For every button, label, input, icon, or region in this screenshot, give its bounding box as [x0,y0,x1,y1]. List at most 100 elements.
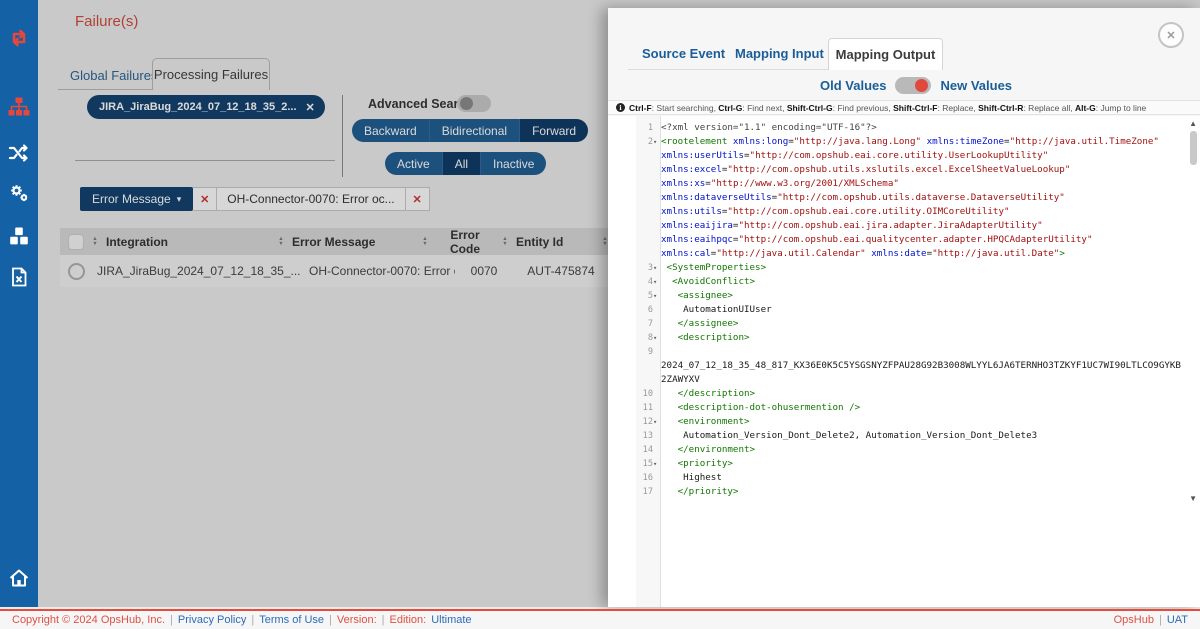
code-line: 8▾ <description> [608,331,1186,345]
new-values-label[interactable]: New Values [940,78,1012,93]
old-new-values-toggle[interactable] [895,77,931,94]
code-line: 10 </description> [608,387,1186,401]
line-number: 17 [608,485,653,499]
search-hint-bar: i Ctrl-F: Start searching, Ctrl-G: Find … [608,100,1200,115]
fold-arrow-icon[interactable]: ▾ [653,261,657,275]
info-icon: i [616,103,625,112]
line-number: 11 [608,401,653,415]
hint-key: Shift-Ctrl-G [787,103,833,113]
line-number: 14 [608,443,653,457]
fold-arrow-icon[interactable]: ▾ [653,415,657,429]
tab-source-event[interactable]: Source Event [642,46,725,61]
footer: Copyright © 2024 OpsHub, Inc. | Privacy … [0,609,1200,629]
scrollbar-thumb[interactable] [1190,131,1197,165]
code-line: 6 AutomationUIUser [608,303,1186,317]
code-line: 7 </assignee> [608,317,1186,331]
line-number: 13 [608,429,653,443]
fold-arrow-icon[interactable]: ▾ [653,331,657,345]
line-number: 2 [608,135,653,149]
code-line: 4▾ <AvoidConflict> [608,275,1186,289]
code-line: 2ZAWYXV [608,373,1186,387]
fold-arrow-icon[interactable]: ▾ [653,135,657,149]
event-details-panel: ✕ Source Event Mapping Input Mapping Out… [608,8,1200,607]
hint-text: : Find next, [742,103,786,113]
privacy-policy-link[interactable]: Privacy Policy [178,614,246,626]
line-number: 8 [608,331,653,345]
search-hints: Ctrl-F: Start searching, Ctrl-G: Find ne… [629,103,1146,113]
code-line: 9 [608,345,1186,359]
code-line: 2▾<rootelement xmlns:long="http://java.l… [608,135,1186,149]
code-line: xmlns:dataverseUtils="http://com.opshub.… [608,191,1186,205]
line-number: 5 [608,289,653,303]
hint-key: Ctrl-G [718,103,742,113]
hint-key: Alt-G [1075,103,1096,113]
gears-icon[interactable] [7,181,31,205]
sidebar [0,0,38,607]
line-number: 12 [608,415,653,429]
cubes-icon[interactable] [7,224,31,248]
tab-mapping-input[interactable]: Mapping Input [735,46,824,61]
tab-mapping-output[interactable]: Mapping Output [828,38,943,70]
sitemap-icon[interactable] [7,95,31,119]
hint-text: : Start searching, [652,103,719,113]
code-line: xmlns:utils="http://com.opshub.eai.core.… [608,205,1186,219]
copyright-text: Copyright © 2024 OpsHub, Inc. [12,614,165,626]
hint-text: : Find previous, [833,103,893,113]
line-number: 3 [608,261,653,275]
panel-tabs: Source Event Mapping Input Mapping Outpu… [608,38,1200,69]
code-line: 11 <description-dot-ohusermention /> [608,401,1186,415]
code-line: xmlns:userUtils="http://com.opshub.eai.c… [608,149,1186,163]
code-line: xmlns:cal="http://java.util.Calendar" xm… [608,247,1186,261]
code-line: 15▾ <priority> [608,457,1186,471]
code-lines: 1<?xml version="1.1" encoding="UTF-16"?>… [608,121,1186,499]
hint-key: Ctrl-F [629,103,652,113]
line-number: 9 [608,345,653,359]
code-line: xmlns:xs="http://www.w3.org/2001/XMLSche… [608,177,1186,191]
code-line: 14 </environment> [608,443,1186,457]
hint-key: Shift-Ctrl-R [978,103,1023,113]
fold-arrow-icon[interactable]: ▾ [653,275,657,289]
line-number: 4 [608,275,653,289]
fold-arrow-icon[interactable]: ▾ [653,457,657,471]
code-line: 16 Highest [608,471,1186,485]
separator: | [382,614,385,626]
line-number: 15 [608,457,653,471]
sync-icon[interactable] [7,26,31,50]
line-number: 7 [608,317,653,331]
code-line: 13 Automation_Version_Dont_Delete2, Auto… [608,429,1186,443]
edition-label: Edition: [389,614,426,626]
shuffle-icon[interactable] [7,141,31,165]
tab-underline [628,69,828,70]
code-line: xmlns:eaijira="http://com.opshub.eai.jir… [608,219,1186,233]
terms-of-use-link[interactable]: Terms of Use [259,614,324,626]
version-label: Version: [337,614,377,626]
line-number: 16 [608,471,653,485]
environment-text: UAT [1167,614,1188,626]
code-line: xmlns:excel="http://com.opshub.utils.xsl… [608,163,1186,177]
edition-value: Ultimate [431,614,471,626]
code-line: 3▾ <SystemProperties> [608,261,1186,275]
scrollbar-down-icon[interactable]: ▼ [1189,494,1197,503]
values-toggle-row: Old Values New Values [820,77,1012,94]
code-line: 5▾ <assignee> [608,289,1186,303]
line-number: 10 [608,387,653,401]
hint-text: : Replace all, [1023,103,1075,113]
fold-arrow-icon[interactable]: ▾ [653,289,657,303]
excel-export-icon[interactable] [7,265,31,289]
separator: | [251,614,254,626]
hint-text: : Jump to line [1096,103,1147,113]
code-line: 17 </priority> [608,485,1186,499]
line-number: 1 [608,121,653,135]
xml-code-editor[interactable]: 1<?xml version="1.1" encoding="UTF-16"?>… [608,116,1200,607]
line-number: 6 [608,303,653,317]
code-line: 12▾ <environment> [608,415,1186,429]
home-icon[interactable] [7,566,31,590]
brand-text: OpsHub [1114,614,1154,626]
old-values-label[interactable]: Old Values [820,78,886,93]
app-root: Failure(s) Global Failures Processing Fa… [0,0,1200,629]
separator: | [1159,614,1162,626]
toggle-knob [915,79,928,92]
separator: | [329,614,332,626]
scrollbar-up-icon[interactable]: ▲ [1189,119,1197,128]
hint-key: Shift-Ctrl-F [893,103,937,113]
